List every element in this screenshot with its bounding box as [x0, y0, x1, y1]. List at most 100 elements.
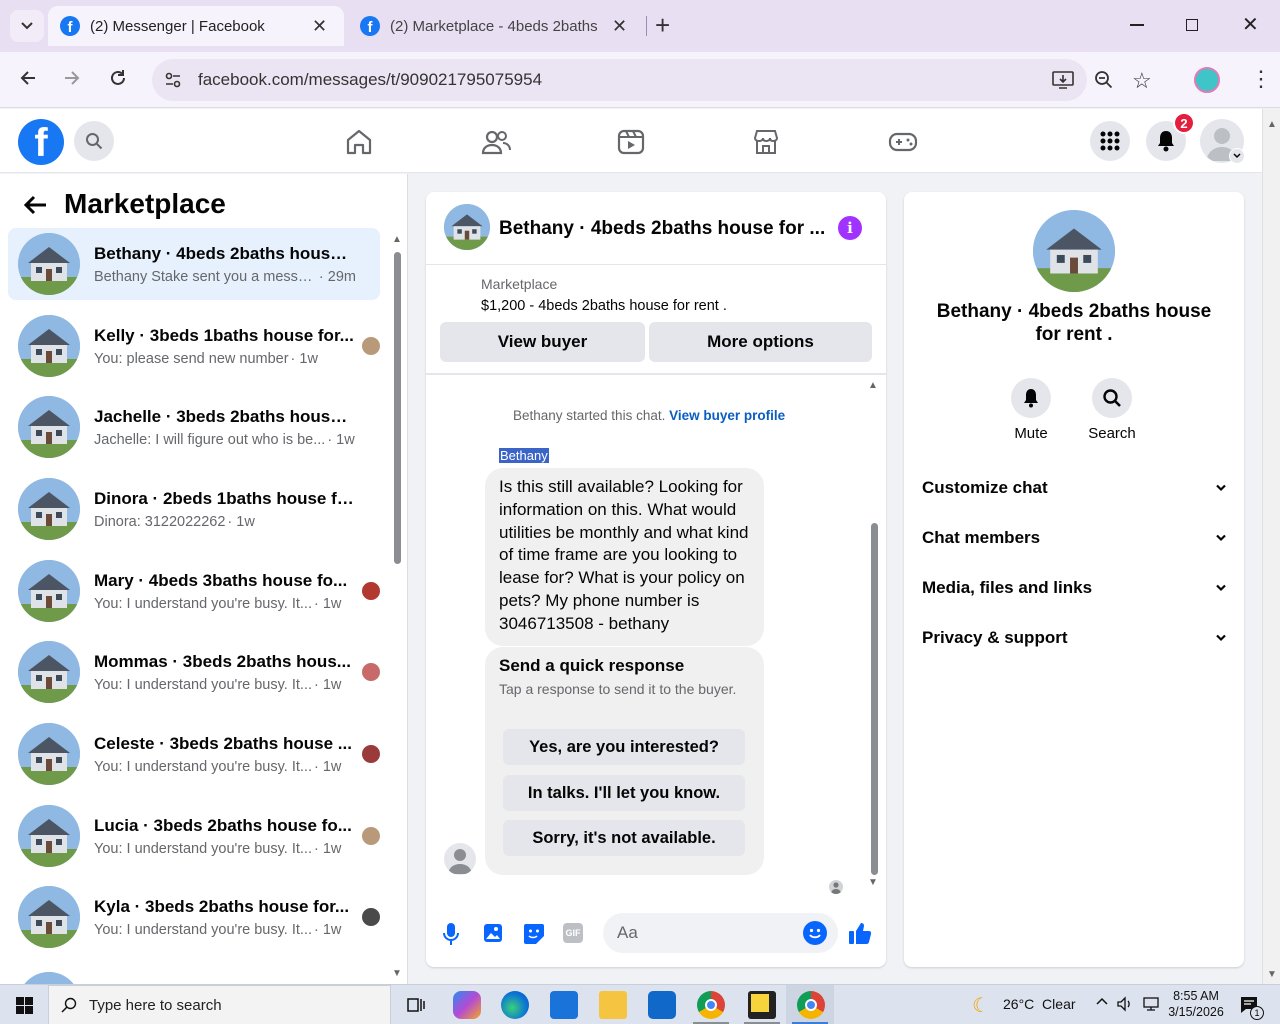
- weather-text[interactable]: 26°C Clear: [1003, 996, 1076, 1012]
- forward-icon[interactable]: [62, 68, 82, 88]
- bell-icon: [1024, 389, 1038, 408]
- outlook-icon[interactable]: [648, 991, 676, 1019]
- chat-members-section[interactable]: Chat members: [922, 528, 1227, 548]
- network-icon[interactable]: [1142, 996, 1160, 1012]
- quick-response-option-3[interactable]: Sorry, it's not available.: [503, 820, 745, 856]
- media-files-links-section[interactable]: Media, files and links: [922, 578, 1227, 598]
- facebook-search-button[interactable]: [74, 121, 114, 161]
- like-icon[interactable]: [848, 921, 872, 945]
- conversation-item[interactable]: Celeste · 3beds 2baths house ... You: I u…: [8, 718, 380, 790]
- conversation-last-message: Dinora: 3122022262: [94, 513, 226, 530]
- privacy-support-section[interactable]: Privacy & support: [922, 628, 1227, 648]
- reload-icon[interactable]: [108, 68, 128, 88]
- tray-chevron-icon[interactable]: [1096, 997, 1108, 1005]
- back-icon[interactable]: [18, 68, 38, 88]
- mute-button[interactable]: [1011, 378, 1051, 418]
- windows-start-icon[interactable]: [16, 997, 33, 1014]
- chrome-icon[interactable]: [697, 991, 725, 1019]
- clock[interactable]: 8:55 AM 3/15/2026: [1166, 988, 1226, 1020]
- back-arrow-icon[interactable]: [22, 194, 48, 216]
- conversation-name: Mary · 4beds 3baths house fo...: [94, 570, 348, 590]
- listing-title[interactable]: $1,200 - 4beds 2baths house for rent .: [481, 298, 727, 314]
- nav-gaming-icon[interactable]: [888, 131, 918, 153]
- microphone-icon[interactable]: [443, 922, 459, 946]
- close-window-icon[interactable]: ✕: [1242, 12, 1259, 37]
- menu-grid-button[interactable]: [1090, 121, 1130, 161]
- install-app-icon[interactable]: [1052, 70, 1074, 90]
- store-icon[interactable]: [550, 991, 578, 1019]
- conversation-item[interactable]: Dinora · 2beds 1baths house for ... Dinor…: [8, 473, 380, 545]
- listing-thumbnail: [18, 972, 80, 984]
- conversation-last-message: You: I understand you're busy. It...: [94, 676, 312, 693]
- listing-avatar[interactable]: [1033, 210, 1115, 292]
- chrome-icon[interactable]: [797, 991, 825, 1019]
- sticky-notes-icon[interactable]: [748, 991, 776, 1019]
- quick-response-option-2[interactable]: In talks. I'll let you know.: [503, 775, 745, 811]
- conversation-item[interactable]: Mommas · 3beds 2baths hous... You: I unde…: [8, 636, 380, 708]
- bookmark-star-icon[interactable]: ☆: [1132, 68, 1152, 94]
- conversation-item[interactable]: Jachelle · 3beds 2baths house fo... Jache…: [8, 391, 380, 463]
- page-scrollbar[interactable]: ▲ ▼: [1262, 109, 1280, 984]
- restore-icon[interactable]: [1186, 19, 1198, 31]
- browser-menu-icon[interactable]: ⋮: [1250, 66, 1272, 92]
- conversation-list-scrollbar[interactable]: ▲ ▼: [390, 234, 404, 979]
- conversation-item-partial[interactable]: [18, 972, 80, 984]
- photo-icon[interactable]: [483, 923, 503, 943]
- conversation-text: Lucia · 3beds 2baths house fo... You: I u…: [94, 816, 354, 857]
- sender-name: Bethany: [499, 448, 549, 463]
- address-bar[interactable]: facebook.com/messages/t/909021795075954 …: [152, 59, 1152, 101]
- listing-thumbnail: [18, 315, 80, 377]
- emoji-icon[interactable]: [803, 921, 827, 945]
- conversation-item[interactable]: Bethany · 4beds 2baths house f... Bethany…: [8, 228, 380, 300]
- account-chevron-icon[interactable]: [1229, 148, 1245, 164]
- conversation-name: Bethany · 4beds 2baths house f...: [94, 243, 356, 263]
- copilot-icon[interactable]: [453, 991, 481, 1019]
- tab-messenger[interactable]: f (2) Messenger | Facebook ✕: [48, 6, 344, 46]
- conversation-item[interactable]: Mary · 4beds 3baths house fo... You: I un…: [8, 555, 380, 627]
- more-options-button[interactable]: More options: [649, 322, 872, 362]
- message-input[interactable]: Aa: [603, 913, 838, 953]
- minimize-icon[interactable]: [1130, 24, 1144, 26]
- nav-marketplace-icon[interactable]: [752, 128, 780, 156]
- task-view-icon[interactable]: [402, 991, 430, 1019]
- conversation-item[interactable]: Kyla · 3beds 2baths house for... You: I u…: [8, 881, 380, 953]
- conversation-item[interactable]: Lucia · 3beds 2baths house fo... You: I u…: [8, 800, 380, 872]
- file-explorer-icon[interactable]: [599, 991, 627, 1019]
- tab-marketplace[interactable]: f (2) Marketplace - 4beds 2baths ✕: [348, 6, 644, 46]
- view-buyer-profile-link[interactable]: View buyer profile: [669, 408, 785, 423]
- conversation-item[interactable]: Kelly · 3beds 1baths house for... You: pl…: [8, 310, 380, 382]
- gif-icon[interactable]: GIF: [563, 923, 583, 943]
- quick-response-option-1[interactable]: Yes, are you interested?: [503, 729, 745, 765]
- chat-scrollbar[interactable]: ▲ ▼: [867, 380, 881, 888]
- chat-header-avatar[interactable]: [444, 204, 490, 250]
- zoom-icon[interactable]: [1094, 70, 1114, 90]
- taskbar-search-box[interactable]: Type here to search: [48, 985, 391, 1024]
- nav-video-icon[interactable]: [617, 128, 645, 156]
- chevron-down-icon: [1216, 534, 1226, 542]
- conversation-time: · 1w: [227, 513, 255, 530]
- close-tab-icon[interactable]: ✕: [312, 16, 327, 37]
- nav-friends-icon[interactable]: [481, 129, 511, 155]
- new-tab-icon[interactable]: +: [655, 10, 670, 40]
- edge-icon[interactable]: [501, 991, 529, 1019]
- facebook-favicon-icon: f: [360, 16, 380, 36]
- listing-thumbnail: [18, 641, 80, 703]
- nav-home-icon[interactable]: [345, 129, 373, 155]
- tab-search-button[interactable]: [10, 10, 44, 42]
- search-in-chat-button[interactable]: [1092, 378, 1132, 418]
- facebook-logo-icon[interactable]: f: [18, 119, 64, 165]
- conversation-time: · 1w: [314, 758, 342, 775]
- conversation-text: Kyla · 3beds 2baths house for... You: I u…: [94, 897, 354, 938]
- chevron-down-icon: [1216, 584, 1226, 592]
- close-tab-icon[interactable]: ✕: [612, 16, 627, 37]
- chat-info-icon[interactable]: i: [838, 216, 862, 240]
- site-info-icon[interactable]: [164, 71, 182, 89]
- customize-chat-section[interactable]: Customize chat: [922, 478, 1227, 498]
- view-buyer-button[interactable]: View buyer: [440, 322, 645, 362]
- volume-icon[interactable]: [1117, 996, 1133, 1012]
- profile-avatar-icon[interactable]: [1194, 67, 1220, 93]
- chat-title[interactable]: Bethany · 4beds 2baths house for ...: [499, 218, 829, 240]
- conversation-time: · 1w: [314, 676, 342, 693]
- sticker-icon[interactable]: [523, 923, 545, 945]
- conversation-text: Mommas · 3beds 2baths hous... You: I unde…: [94, 652, 354, 693]
